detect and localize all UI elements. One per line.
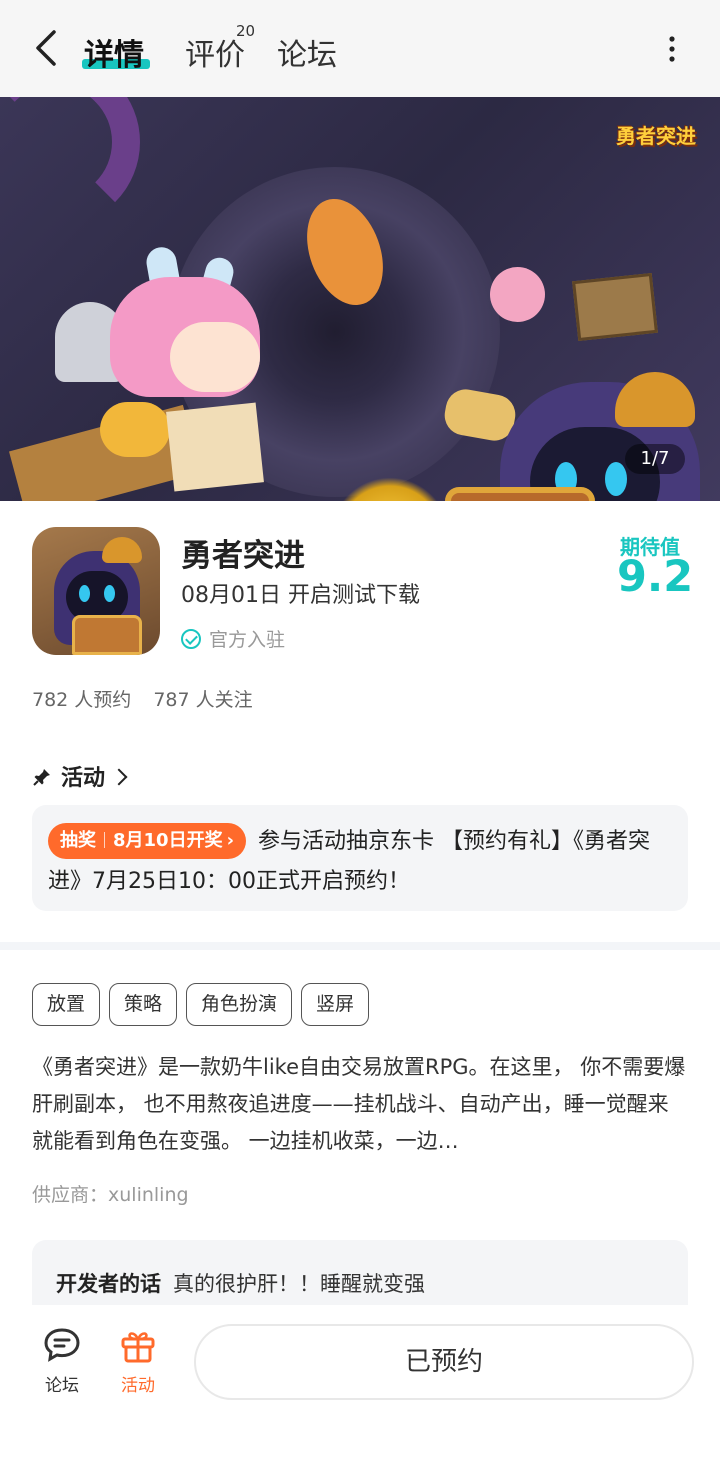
lottery-tag[interactable]: 抽奖 8月10日开奖 ›: [48, 823, 246, 859]
section-divider: [0, 942, 720, 950]
game-logo: 勇者突进: [616, 124, 696, 148]
reviews-count-badge: 20: [236, 22, 256, 40]
tag-strategy[interactable]: 策略: [109, 983, 178, 1026]
girl-face-art: [170, 322, 260, 392]
bottom-nav-activity[interactable]: 活动: [108, 1325, 168, 1396]
check-circle-icon: [181, 629, 201, 649]
bottom-nav-forum-label: 论坛: [45, 1376, 79, 1396]
lottery-tag-date: 8月10日开奖: [113, 830, 223, 851]
activity-card[interactable]: 抽奖 8月10日开奖 › 参与活动抽京东卡 【预约有礼】《勇者突进》7月25日10：0…: [32, 805, 688, 911]
tag-separator: [104, 832, 105, 848]
developer-note-card[interactable]: 开发者的话 真的很护肝！！睡醒就变强: [32, 1240, 688, 1310]
crate-art: [572, 272, 658, 342]
game-stats: 782 人预约 787 人关注: [32, 685, 275, 712]
screenshot-carousel[interactable]: 勇者突进 1/7: [0, 97, 720, 501]
developer-note-label: 开发者的话: [56, 1272, 161, 1296]
activity-content: 抽奖 8月10日开奖 › 参与活动抽京东卡 【预约有礼】《勇者突进》7月25日10：0…: [48, 822, 674, 902]
game-app-icon: [32, 527, 160, 655]
bottom-action-bar: 论坛 活动 已预约: [0, 1305, 720, 1462]
supplier-info: 供应商：xulinling: [32, 1184, 189, 1206]
activity-heading: 活动: [61, 766, 106, 791]
pink-creature-art: [490, 267, 545, 322]
official-badge: 官方入驻: [181, 625, 285, 652]
tag-portrait[interactable]: 竖屏: [301, 983, 370, 1026]
game-title: 勇者突进: [181, 538, 305, 574]
pin-icon: [33, 769, 50, 786]
top-bar: 详情 评价 20 论坛: [0, 0, 720, 97]
bottom-nav-forum[interactable]: 论坛: [32, 1325, 92, 1396]
forum-chat-icon: [44, 1328, 80, 1362]
developer-note-text: 真的很护肝！！睡醒就变强: [173, 1272, 425, 1296]
developer-note: 开发者的话 真的很护肝！！睡醒就变强: [56, 1268, 425, 1298]
icon-chest-art: [72, 615, 142, 655]
activity-section-header[interactable]: 活动: [33, 760, 128, 792]
game-description[interactable]: 《勇者突进》是一款奶牛like自由交易放置RPG。在这里， 你不需要爆肝刷副本，…: [32, 1049, 688, 1160]
reserve-count: 782 人预约: [32, 689, 132, 711]
reserved-button[interactable]: 已预约: [194, 1324, 694, 1400]
tentacle-art: [0, 97, 140, 227]
tag-rpg[interactable]: 角色扮演: [186, 983, 293, 1026]
carousel-pager: 1/7: [625, 444, 685, 474]
icon-hat-art: [102, 537, 142, 563]
back-arrow-icon[interactable]: [30, 28, 66, 68]
treasure-chest-art: [445, 487, 595, 501]
more-vertical-icon[interactable]: [660, 34, 684, 64]
tag-idle[interactable]: 放置: [32, 983, 101, 1026]
genre-tags: 放置 策略 角色扮演 竖屏: [32, 983, 378, 1026]
official-label: 官方入驻: [209, 629, 286, 651]
follow-count: 787 人关注: [153, 689, 253, 711]
icon-eye-art: [79, 585, 90, 602]
merchant-hat-art: [615, 372, 695, 427]
icon-eye-art: [104, 585, 115, 602]
bottom-nav-activity-label: 活动: [121, 1376, 155, 1396]
lottery-tag-type: 抽奖: [60, 830, 96, 851]
gift-icon: [121, 1332, 155, 1363]
merchant-eye-art: [605, 462, 627, 496]
scroll-art: [166, 402, 264, 492]
chevron-right-icon: [110, 768, 128, 786]
tab-details[interactable]: 详情: [84, 30, 144, 74]
tag-chevron-icon: ›: [226, 830, 234, 851]
release-info: 08月01日 开启测试下载: [181, 583, 420, 608]
piggy-bank-art: [100, 402, 170, 457]
tab-forum[interactable]: 论坛: [277, 30, 337, 74]
expectation-score: 9.2: [617, 552, 694, 602]
